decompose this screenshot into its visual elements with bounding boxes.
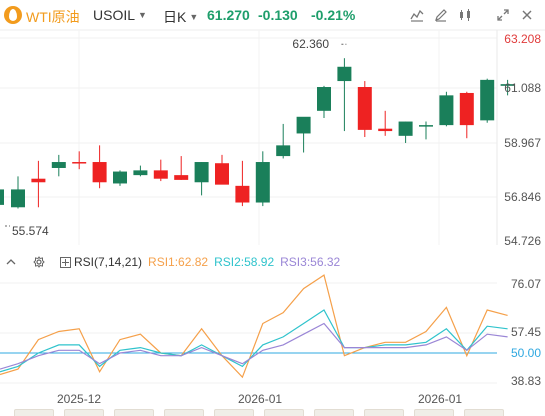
rsi2-value: RSI2:58.92	[214, 255, 275, 269]
candle-body	[276, 145, 291, 157]
candle	[72, 151, 87, 170]
candle-body	[92, 162, 107, 183]
settings-icon[interactable]	[32, 255, 46, 269]
candle-body	[51, 162, 66, 168]
candle-body	[419, 125, 433, 127]
candle-body	[480, 79, 495, 121]
candle	[419, 121, 433, 140]
rsi1-value: RSI1:62.82	[148, 255, 209, 269]
candle	[153, 159, 168, 182]
candle-body	[235, 185, 250, 203]
candle	[317, 85, 331, 118]
candle-body	[174, 175, 189, 180]
candle	[378, 110, 393, 136]
candle-body	[255, 162, 270, 203]
rsi-legend: RSI(7,14,21) RSI1:62.82 RSI2:58.92 RSI3:…	[0, 253, 346, 271]
candle	[51, 154, 66, 177]
bottom-tab[interactable]	[314, 409, 354, 416]
candle-body	[11, 189, 25, 208]
candle-body	[357, 87, 372, 130]
candle-body	[31, 178, 46, 183]
add-indicator-icon[interactable]	[58, 255, 72, 269]
candle-body	[317, 87, 331, 111]
candle	[194, 162, 209, 196]
bottom-tab[interactable]	[414, 409, 454, 416]
candle	[337, 58, 352, 132]
candle	[480, 78, 495, 123]
y-axis-label: 56.846	[504, 190, 541, 204]
rsi-axis-label: 57.45	[510, 325, 541, 339]
bottom-tab[interactable]	[114, 409, 154, 416]
low-price-label: 55.574	[12, 224, 49, 238]
candle	[11, 176, 25, 209]
candle-body	[439, 95, 454, 126]
candle	[439, 91, 454, 127]
candle	[235, 160, 250, 207]
rsi-axis-label-ref: 50.00	[510, 346, 541, 360]
bottom-tab[interactable]	[264, 409, 304, 416]
candle	[113, 170, 127, 186]
candle	[398, 121, 413, 143]
x-axis-label: 2026-01	[238, 392, 283, 406]
candle	[174, 156, 189, 180]
x-axis-label: 2025-12	[57, 392, 102, 406]
candle	[133, 165, 148, 177]
candle-body	[133, 170, 148, 176]
candle-body	[215, 163, 229, 185]
candle-body	[72, 162, 87, 164]
y-axis-label: 61.088	[504, 81, 541, 95]
candle-body	[459, 92, 474, 126]
rsi-axis-label: 76.07	[510, 277, 541, 291]
candle	[215, 154, 229, 185]
y-axis-label: 58.967	[504, 136, 541, 150]
candle-body	[194, 162, 209, 183]
candle-body	[378, 128, 393, 132]
candle	[276, 123, 291, 159]
x-axis-label: 2026-01	[418, 392, 463, 406]
rsi-axis-label: 38.83	[510, 374, 541, 388]
candle-body	[398, 121, 413, 136]
candle	[31, 160, 46, 208]
y-axis-label: 54.726	[504, 234, 541, 248]
chevron-up-icon[interactable]	[4, 255, 18, 269]
y-axis-label-top: 63.208	[504, 32, 541, 46]
bottom-tab[interactable]	[464, 409, 504, 416]
candle	[92, 145, 107, 189]
bottom-tab[interactable]	[64, 409, 104, 416]
candle	[459, 91, 474, 139]
candlestick-chart[interactable]: 62.360 55.574	[0, 0, 545, 245]
bottom-tab[interactable]	[164, 409, 204, 416]
bottom-tab[interactable]	[364, 409, 404, 416]
candle	[255, 151, 270, 207]
candle-body	[153, 170, 168, 179]
bottom-toolbar-strip	[0, 407, 545, 416]
candle-body	[113, 171, 127, 184]
bottom-tab[interactable]	[14, 409, 54, 416]
candle	[357, 81, 372, 138]
bottom-tab[interactable]	[214, 409, 254, 416]
rsi-chart[interactable]	[0, 271, 545, 407]
candle-body	[296, 116, 311, 134]
candle-body	[337, 66, 352, 82]
rsi2-line	[0, 309, 508, 373]
rsi-title: RSI(7,14,21)	[74, 255, 143, 269]
high-price-label: 62.360	[292, 37, 329, 51]
candle-body-partial	[0, 189, 4, 205]
rsi1-line	[0, 274, 508, 379]
rsi3-value: RSI3:56.32	[280, 255, 341, 269]
candle	[296, 116, 311, 153]
